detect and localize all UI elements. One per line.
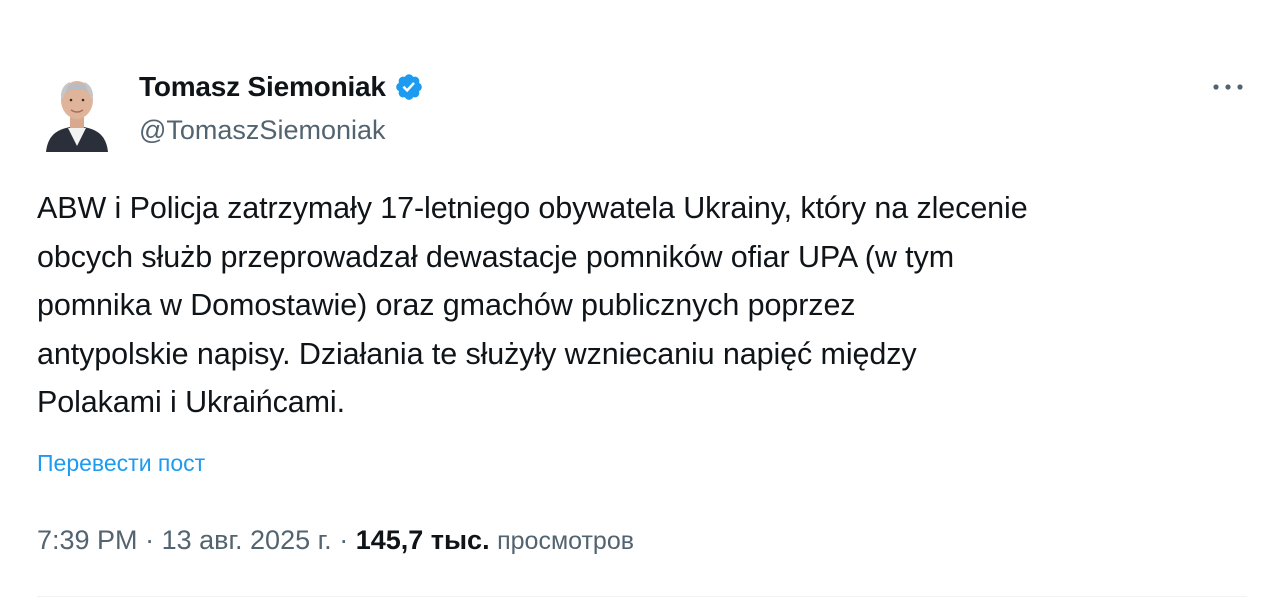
tweet-card: Tomasz Siemoniak @TomaszSiemoniak ABW i … (0, 0, 1281, 600)
translate-post-link[interactable]: Перевести пост (37, 448, 205, 478)
verified-badge-icon (396, 74, 422, 100)
author-display-name[interactable]: Tomasz Siemoniak (139, 70, 386, 104)
more-options-button[interactable] (1205, 70, 1251, 104)
divider (37, 596, 1247, 597)
more-options-icon (1213, 84, 1243, 90)
tweet-meta: 7:39 PM · 13 авг. 2025 г. · 145,7 тыс. п… (37, 522, 634, 559)
tweet-text: ABW i Policja zatrzymały 17-letniego oby… (37, 191, 1028, 419)
tweet-time[interactable]: 7:39 PM (37, 525, 138, 555)
avatar-image (40, 62, 114, 152)
meta-separator: · (339, 525, 349, 555)
views-label: просмотров (497, 527, 635, 555)
author-name-row[interactable]: Tomasz Siemoniak (139, 70, 424, 104)
author-handle[interactable]: @TomaszSiemoniak (139, 113, 386, 147)
meta-separator: · (145, 525, 155, 555)
views-count: 145,7 тыс. (355, 525, 490, 555)
tweet-date[interactable]: 13 авг. 2025 г. (162, 525, 332, 555)
avatar[interactable] (40, 62, 114, 152)
